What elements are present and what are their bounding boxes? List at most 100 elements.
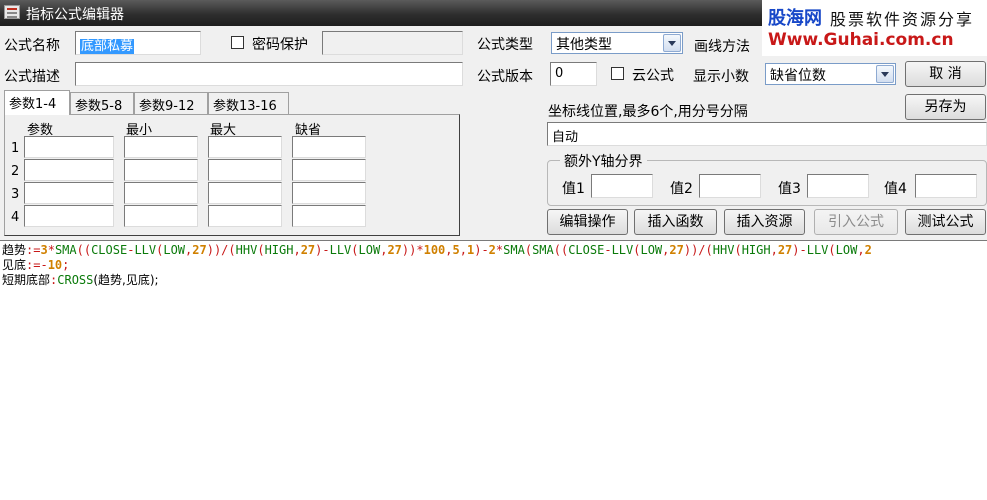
param-1-default-input[interactable] (292, 136, 366, 158)
test-formula-button[interactable]: 测试公式 (905, 209, 986, 235)
watermark-slogan: 股票软件资源分享 (830, 10, 975, 29)
formula-type-value: 其他类型 (556, 37, 612, 53)
code-token: )- (792, 243, 807, 257)
code-token: 27 (669, 243, 684, 257)
param-4-min-input[interactable] (124, 205, 198, 227)
param-3-default-input[interactable] (292, 182, 366, 204)
code-token: HIGH (741, 243, 771, 257)
code-token: HIGH (264, 243, 294, 257)
param-1-name-input[interactable] (24, 136, 114, 158)
code-token: 5 (452, 243, 460, 257)
params-panel: 参数 最小 最大 缺省 1 2 3 4 (4, 114, 460, 236)
code-token: , (293, 243, 301, 257)
code-token: )- (474, 243, 489, 257)
formula-desc-label: 公式描述 (4, 69, 60, 85)
param-1-min-input[interactable] (124, 136, 198, 158)
param-3-name-input[interactable] (24, 182, 114, 204)
code-token: (( (553, 243, 569, 257)
chevron-down-icon[interactable] (663, 34, 681, 52)
formula-name-label: 公式名称 (4, 38, 60, 54)
code-token: 短期底部 (2, 273, 51, 287)
insert-function-button[interactable]: 插入函数 (634, 209, 717, 235)
code-token: CLOSE (568, 243, 605, 257)
code-token: 27 (192, 243, 207, 257)
param-4-name-input[interactable] (24, 205, 114, 227)
param-row-number: 1 (11, 141, 20, 156)
yaxis-value-1-label: 值1 (562, 181, 585, 197)
param-row-number: 4 (11, 210, 20, 225)
param-3-min-input[interactable] (124, 182, 198, 204)
tab-params-9-12[interactable]: 参数9-12 (134, 92, 208, 114)
param-2-default-input[interactable] (292, 159, 366, 181)
cancel-button[interactable]: 取 消 (905, 61, 986, 87)
code-token: ))* (401, 243, 424, 257)
yaxis-value-3-input[interactable] (807, 174, 869, 198)
code-token: := (26, 243, 41, 257)
watermark-banner: 股海网 股票软件资源分享 Www.Guhai.com.cn (762, 0, 987, 56)
code-token: ( (524, 243, 533, 257)
code-token: * (47, 243, 55, 257)
code-line: 见底:=-10; (2, 258, 985, 273)
yaxis-value-1-input[interactable] (591, 174, 653, 198)
param-4-max-input[interactable] (208, 205, 282, 227)
param-2-max-input[interactable] (208, 159, 282, 181)
code-token: := (26, 258, 41, 272)
code-token: 3 (40, 243, 48, 257)
insert-resource-button[interactable]: 插入资源 (724, 209, 805, 235)
formula-version-input[interactable]: 0 (550, 62, 597, 86)
cloud-formula-label: 云公式 (632, 68, 674, 84)
code-token: 27 (777, 243, 793, 257)
code-token: SMA (532, 243, 554, 257)
code-token: LOW (835, 243, 858, 257)
code-token: SMA (54, 243, 77, 257)
code-line: 短期底部:CROSS(趋势,见底); (2, 273, 985, 288)
code-token: )- (315, 243, 330, 257)
code-token: - (604, 243, 612, 257)
tab-params-1-4[interactable]: 参数1-4 (4, 90, 70, 115)
code-token: 见底 (2, 258, 27, 272)
formula-version-label: 公式版本 (477, 69, 533, 85)
code-token: ))/( (206, 243, 236, 257)
yaxis-value-2-input[interactable] (699, 174, 761, 198)
formula-type-label: 公式类型 (477, 37, 533, 53)
formula-code-editor[interactable]: 趋势:=3*SMA((CLOSE-LLV(LOW,27))/(HHV(HIGH,… (0, 240, 987, 500)
code-token: , (459, 243, 467, 257)
chevron-down-icon[interactable] (876, 65, 894, 83)
draw-method-label: 画线方法 (694, 39, 750, 55)
cloud-formula-checkbox[interactable] (611, 67, 624, 80)
code-token: - (40, 258, 48, 272)
code-token: ( (828, 243, 836, 257)
param-row-number: 3 (11, 187, 20, 202)
edit-ops-button[interactable]: 编辑操作 (547, 209, 628, 235)
param-2-min-input[interactable] (124, 159, 198, 181)
code-token: ))/( (683, 243, 713, 257)
password-input[interactable] (322, 31, 463, 55)
decimal-value: 缺省位数 (770, 68, 826, 84)
watermark-url: Www.Guhai.com.cn (768, 30, 954, 50)
code-token: ( (257, 243, 265, 257)
param-4-default-input[interactable] (292, 205, 366, 227)
tab-params-13-16[interactable]: 参数13-16 (208, 92, 289, 114)
param-3-max-input[interactable] (208, 182, 282, 204)
code-token: (( (76, 243, 92, 257)
formula-name-input[interactable]: 底部私募 (75, 31, 201, 55)
password-checkbox[interactable] (231, 36, 244, 49)
code-token: , (857, 243, 865, 257)
code-token: CROSS (57, 273, 94, 287)
param-1-max-input[interactable] (208, 136, 282, 158)
coord-lines-input[interactable]: 自动 (547, 122, 987, 146)
tab-params-5-8[interactable]: 参数5-8 (70, 92, 134, 114)
yaxis-value-4-input[interactable] (915, 174, 977, 198)
code-token: HHV (235, 243, 258, 257)
formula-type-select[interactable]: 其他类型 (551, 32, 683, 54)
param-2-name-input[interactable] (24, 159, 114, 181)
code-token: LOW (358, 243, 381, 257)
import-formula-button[interactable]: 引入公式 (814, 209, 898, 235)
save-as-button[interactable]: 另存为 (905, 94, 986, 120)
code-token: ( (734, 243, 742, 257)
code-token: 10 (47, 258, 63, 272)
formula-desc-input[interactable] (75, 62, 463, 86)
yaxis-value-4-label: 值4 (884, 181, 907, 197)
code-token: SMA (503, 243, 525, 257)
decimal-select[interactable]: 缺省位数 (765, 63, 896, 85)
